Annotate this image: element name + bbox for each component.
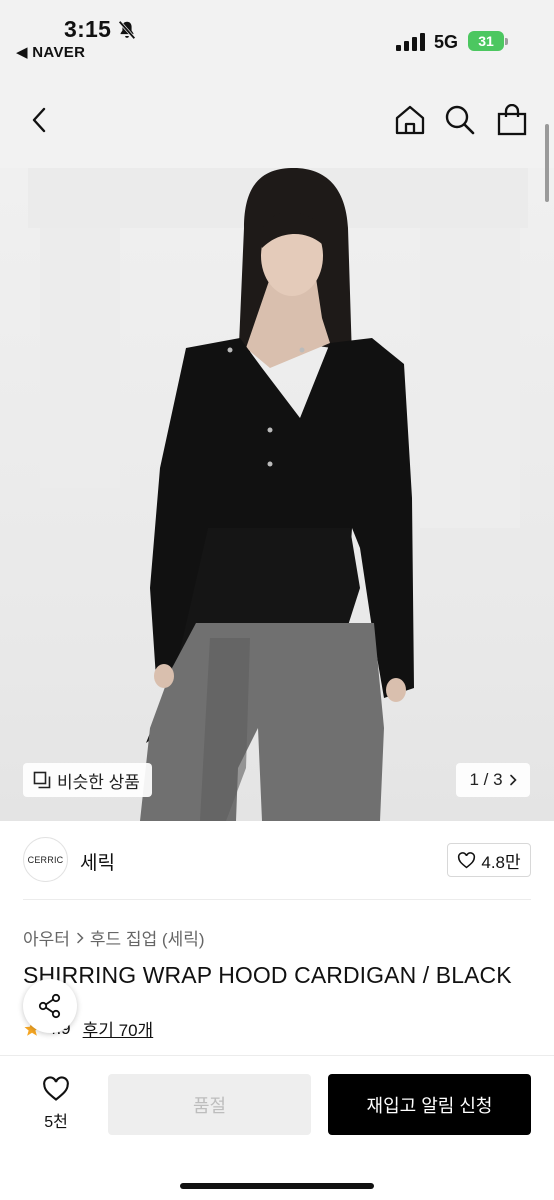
shopping-bag-icon: [497, 104, 527, 136]
scrollbar[interactable]: [545, 124, 549, 202]
app-header: [0, 72, 554, 168]
reviews-link[interactable]: 후기 70개: [83, 1016, 154, 1041]
back-button[interactable]: [18, 98, 62, 142]
brand-logo[interactable]: CERRIC: [23, 837, 68, 882]
soldout-button[interactable]: 품절: [108, 1074, 311, 1135]
home-button[interactable]: [388, 98, 432, 142]
chevron-right-icon: [77, 932, 84, 943]
breadcrumb-subcategory[interactable]: 후드 집업 (세릭): [90, 925, 205, 950]
product-image-carousel[interactable]: 비슷한 상품 1 / 3: [0, 168, 554, 821]
back-to-app-link[interactable]: ◀ NAVER: [16, 43, 85, 61]
brand-like-count: 4.8만: [481, 852, 521, 872]
copy-icon: [33, 771, 51, 789]
share-icon: [38, 993, 61, 1019]
share-button[interactable]: [23, 979, 77, 1033]
breadcrumb: 아우터 후드 집업 (세릭): [23, 925, 205, 950]
network-type: 5G: [434, 32, 459, 52]
image-pager[interactable]: 1 / 3: [456, 763, 530, 797]
heart-icon: [458, 851, 476, 868]
restock-alert-button[interactable]: 재입고 알림 신청: [328, 1074, 531, 1135]
bottom-action-bar: 5천 품절 재입고 알림 신청: [0, 1055, 554, 1200]
brand-row: CERRIC 세릭 4.8만: [0, 821, 554, 899]
wishlist-button[interactable]: 5천: [30, 1076, 82, 1136]
similar-products-label: 비슷한 상품: [57, 772, 140, 792]
back-arrow-icon: [32, 107, 46, 133]
search-icon: [445, 105, 475, 135]
product-title: SHIRRING WRAP HOOD CARDIGAN / BLACK: [23, 962, 512, 988]
battery-cap: [505, 38, 508, 45]
signal-icon: [396, 33, 425, 51]
wishlist-count: 5천: [44, 1114, 68, 1131]
divider: [23, 899, 531, 900]
status-bar: 3:15 ◀ NAVER 5G 31: [0, 0, 554, 72]
home-icon: [395, 105, 425, 135]
silent-bell-icon: [118, 20, 136, 40]
product-photo: [28, 168, 528, 821]
brand-logo-text: CERRIC: [27, 854, 64, 865]
chevron-right-icon: [509, 774, 517, 786]
breadcrumb-category[interactable]: 아우터: [23, 925, 70, 950]
pager-text: 1 / 3: [469, 770, 503, 789]
brand-name[interactable]: 세릭: [80, 848, 115, 875]
brand-like-button[interactable]: 4.8만: [447, 843, 531, 877]
heart-icon: [43, 1076, 69, 1101]
home-indicator[interactable]: [180, 1183, 374, 1189]
battery-icon: 31: [468, 31, 504, 51]
search-button[interactable]: [438, 98, 482, 142]
status-time: 3:15: [64, 16, 112, 42]
cart-button[interactable]: [490, 98, 534, 142]
similar-products-button[interactable]: 비슷한 상품: [23, 763, 152, 797]
